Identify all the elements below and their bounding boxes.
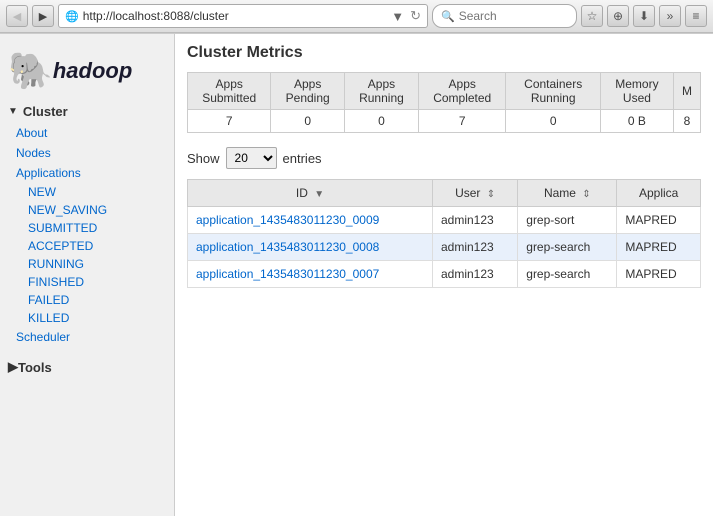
- cell-name: grep-search: [518, 234, 617, 261]
- metrics-val-memory: 0 B: [600, 110, 673, 133]
- sidebar-item-failed[interactable]: FAILED: [0, 291, 174, 309]
- show-label: Show: [187, 151, 220, 166]
- app-id-link[interactable]: application_1435483011230_0007: [196, 267, 379, 281]
- search-input[interactable]: [459, 9, 559, 23]
- download-button[interactable]: ⬇: [633, 5, 655, 27]
- elephant-icon: 🐘: [8, 50, 53, 92]
- col-id[interactable]: ID ▼: [188, 180, 433, 207]
- app-id-link[interactable]: application_1435483011230_0009: [196, 213, 379, 227]
- refresh-icon[interactable]: ▼: [391, 9, 404, 24]
- sidebar-item-new-saving[interactable]: NEW_SAVING: [0, 201, 174, 219]
- metrics-header-pending: Apps Pending: [271, 73, 344, 110]
- sidebar-item-finished[interactable]: FINISHED: [0, 273, 174, 291]
- sidebar-item-nodes[interactable]: Nodes: [0, 143, 174, 163]
- reload-icon[interactable]: ↻: [410, 8, 421, 24]
- search-icon: 🔍: [441, 10, 455, 23]
- col-user[interactable]: User ⇕: [433, 180, 518, 207]
- sidebar-item-accepted[interactable]: ACCEPTED: [0, 237, 174, 255]
- download-complete-button[interactable]: ⊕: [607, 5, 629, 27]
- cell-id: application_1435483011230_0009: [188, 207, 433, 234]
- logo-area: 🐘 hadoop: [0, 42, 174, 100]
- metrics-header-m: M: [673, 73, 700, 110]
- menu-button[interactable]: ≡: [685, 5, 707, 27]
- page-layout: 🐘 hadoop ▼ Cluster About Nodes Applicati…: [0, 34, 713, 516]
- browser-chrome: ◀ ▶ 🌐 http://localhost:8088/cluster ▼ ↻ …: [0, 0, 713, 34]
- metrics-val-containers: 0: [506, 110, 600, 133]
- metrics-header-memory: Memory Used: [600, 73, 673, 110]
- id-sort-icon: ▼: [314, 189, 324, 200]
- applications-table: ID ▼ User ⇕ Name ⇕ Applica: [187, 179, 701, 288]
- cell-type: MAPRED: [617, 207, 701, 234]
- metrics-val-m: 8: [673, 110, 700, 133]
- tools-section: ▶ Tools: [0, 355, 174, 379]
- tools-arrow-icon: ▶: [8, 359, 18, 375]
- browser-toolbar: ◀ ▶ 🌐 http://localhost:8088/cluster ▼ ↻ …: [0, 0, 713, 33]
- page-title: Cluster Metrics: [187, 44, 701, 62]
- lock-icon: 🌐: [65, 10, 79, 23]
- metrics-header-running: Apps Running: [344, 73, 418, 110]
- metrics-val-submitted: 7: [188, 110, 271, 133]
- cell-id: application_1435483011230_0007: [188, 261, 433, 288]
- cell-user: admin123: [433, 234, 518, 261]
- col-name[interactable]: Name ⇕: [518, 180, 617, 207]
- table-row: application_1435483011230_0009 admin123 …: [188, 207, 701, 234]
- user-sort-icon: ⇕: [487, 189, 495, 200]
- metrics-val-running: 0: [344, 110, 418, 133]
- sidebar-item-applications[interactable]: Applications: [0, 163, 174, 183]
- back-button[interactable]: ◀: [6, 5, 28, 27]
- cell-name: grep-search: [518, 261, 617, 288]
- sidebar-item-killed[interactable]: KILLED: [0, 309, 174, 327]
- main-content: Cluster Metrics Apps Submitted Apps Pend…: [175, 34, 713, 516]
- search-box[interactable]: 🔍: [432, 4, 577, 28]
- tools-label: Tools: [18, 360, 52, 375]
- entries-select[interactable]: 10 20 25 50 100: [226, 147, 277, 169]
- name-sort-icon: ⇕: [582, 189, 590, 200]
- more-button[interactable]: »: [659, 5, 681, 27]
- cluster-arrow-icon: ▼: [8, 106, 18, 117]
- cluster-section: ▼ Cluster About Nodes Applications NEW N…: [0, 100, 174, 347]
- cell-user: admin123: [433, 261, 518, 288]
- url-text: http://localhost:8088/cluster: [83, 9, 392, 23]
- cell-type: MAPRED: [617, 261, 701, 288]
- metrics-table: Apps Submitted Apps Pending Apps Running…: [187, 72, 701, 133]
- cluster-header[interactable]: ▼ Cluster: [0, 100, 174, 123]
- metrics-header-completed: Apps Completed: [419, 73, 506, 110]
- metrics-val-completed: 7: [419, 110, 506, 133]
- metrics-header-containers: Containers Running: [506, 73, 600, 110]
- tools-header[interactable]: ▶ Tools: [0, 355, 174, 379]
- sidebar-item-scheduler[interactable]: Scheduler: [0, 327, 174, 347]
- address-bar[interactable]: 🌐 http://localhost:8088/cluster ▼ ↻: [58, 4, 428, 28]
- app-id-link[interactable]: application_1435483011230_0008: [196, 240, 379, 254]
- cell-user: admin123: [433, 207, 518, 234]
- bookmark-button[interactable]: ☆: [581, 5, 603, 27]
- cluster-label: Cluster: [23, 104, 68, 119]
- cell-type: MAPRED: [617, 234, 701, 261]
- cell-id: application_1435483011230_0008: [188, 234, 433, 261]
- table-row: application_1435483011230_0008 admin123 …: [188, 234, 701, 261]
- cell-name: grep-sort: [518, 207, 617, 234]
- hadoop-logo-text: hadoop: [53, 58, 132, 84]
- sidebar-item-new[interactable]: NEW: [0, 183, 174, 201]
- sidebar: 🐘 hadoop ▼ Cluster About Nodes Applicati…: [0, 34, 175, 516]
- sidebar-item-running[interactable]: RUNNING: [0, 255, 174, 273]
- col-apptype[interactable]: Applica: [617, 180, 701, 207]
- metrics-header-submitted: Apps Submitted: [188, 73, 271, 110]
- show-entries-bar: Show 10 20 25 50 100 entries: [187, 147, 701, 169]
- entries-label: entries: [283, 151, 322, 166]
- sidebar-item-submitted[interactable]: SUBMITTED: [0, 219, 174, 237]
- table-row: application_1435483011230_0007 admin123 …: [188, 261, 701, 288]
- forward-button[interactable]: ▶: [32, 5, 54, 27]
- metrics-val-pending: 0: [271, 110, 344, 133]
- sidebar-item-about[interactable]: About: [0, 123, 174, 143]
